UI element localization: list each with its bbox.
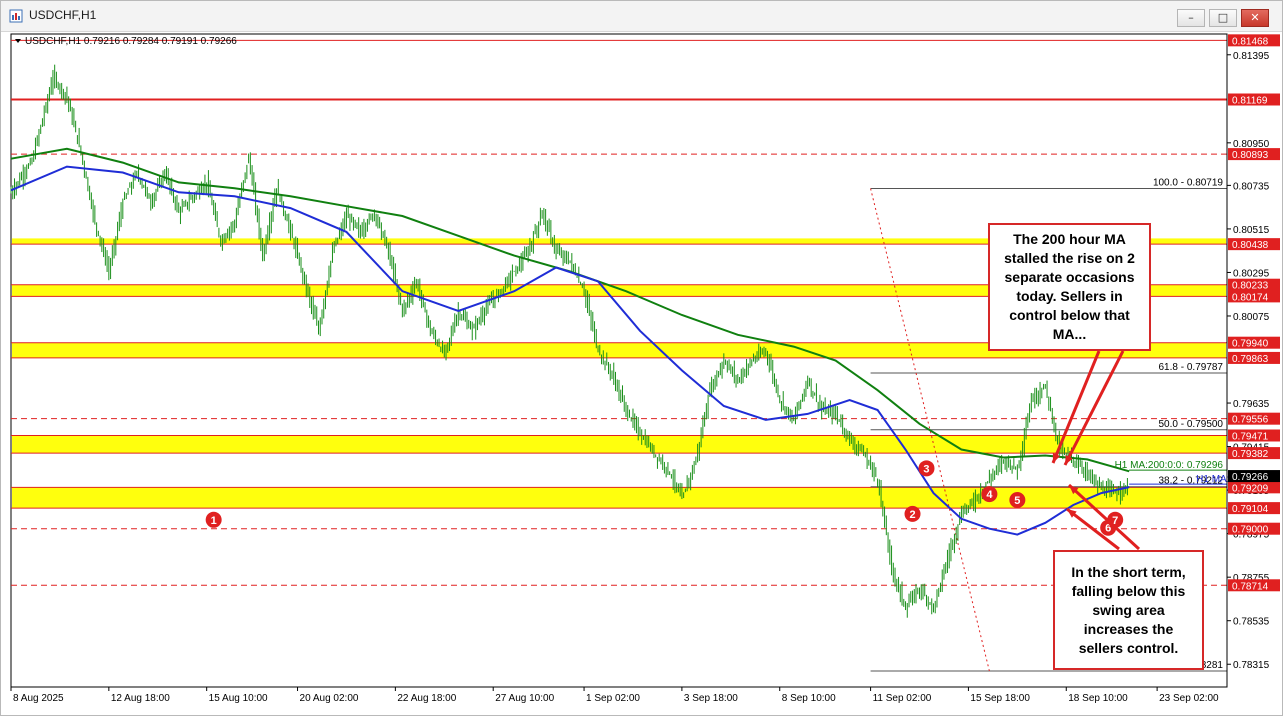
time-tick-label: 11 Sep 02:00 (873, 693, 932, 704)
level-badge-label: 0.81468 (1232, 36, 1269, 47)
time-tick-label: 15 Aug 10:00 (209, 693, 268, 704)
time-tick-label: 3 Sep 18:00 (684, 693, 738, 704)
time-tick-label: 8 Sep 10:00 (782, 693, 836, 704)
chart-info-line: USDCHF,H1 0.79216 0.79284 0.79191 0.7926… (25, 36, 237, 47)
price-tick-label: 0.81395 (1233, 51, 1270, 62)
level-badge-label: 0.79471 (1232, 431, 1269, 442)
price-tick-label: 0.80515 (1233, 225, 1270, 236)
level-badge-label: 0.79104 (1232, 504, 1269, 515)
time-tick-label: 8 Aug 2025 (13, 693, 64, 704)
price-tick-label: 0.80735 (1233, 181, 1270, 192)
price-tick-label: 0.80295 (1233, 268, 1270, 279)
level-badge-label: 0.80233 (1232, 281, 1269, 292)
level-badge-label: 0.80174 (1232, 292, 1269, 303)
annotation-ma-note: The 200 hour MA stalled the rise on 2 se… (988, 223, 1151, 351)
time-tick-label: 12 Aug 18:00 (111, 693, 170, 704)
annotation-swing-text: In the short term, falling below this sw… (1071, 563, 1186, 656)
time-tick-label: 18 Sep 10:00 (1068, 693, 1128, 704)
level-badge-label: 0.78714 (1232, 581, 1269, 592)
level-badge-label: 0.79382 (1232, 449, 1269, 460)
price-tick-label: 0.78315 (1233, 660, 1270, 671)
price-tick-label: 0.80075 (1233, 312, 1270, 323)
time-tick-label: 20 Aug 02:00 (300, 693, 359, 704)
time-tick-label: 22 Aug 18:00 (397, 693, 456, 704)
time-tick-label: 15 Sep 18:00 (970, 693, 1030, 704)
sr-zone (12, 435, 1226, 454)
level-badge-label: 0.80438 (1232, 240, 1269, 251)
level-badge-label: 0.81169 (1232, 95, 1268, 106)
swing-marker-label: 5 (1014, 495, 1020, 507)
current-price-label: 0.79266 (1232, 472, 1269, 483)
time-tick-label: 1 Sep 02:00 (586, 693, 640, 704)
annotation-ma-text: The 200 hour MA stalled the rise on 2 se… (1004, 231, 1135, 342)
fib-label: 50.0 - 0.79500 (1159, 419, 1224, 430)
swing-marker-label: 1 (211, 515, 217, 527)
time-tick-label: 23 Sep 02:00 (1159, 693, 1219, 704)
sr-zone (12, 487, 1226, 509)
swing-marker-label: 3 (923, 463, 929, 475)
ma200-label: H1 MA:200:0:0: 0.79296 (1115, 460, 1224, 471)
level-badge-label: 0.80893 (1232, 150, 1269, 161)
fib-label: 61.8 - 0.79787 (1159, 362, 1224, 373)
swing-marker-label: 2 (909, 509, 915, 521)
chart-window: USDCHF,H1 – □ ✕ 100.0 - 0.80719 61.8 - 0.… (0, 0, 1283, 716)
time-tick-label: 27 Aug 10:00 (495, 693, 554, 704)
annotation-swing-note: In the short term, falling below this sw… (1053, 550, 1204, 670)
swing-marker-label: 4 (986, 489, 993, 501)
level-badge-label: 0.79940 (1232, 339, 1269, 350)
plot-area[interactable] (10, 33, 1228, 688)
level-badge-label: 0.79863 (1232, 354, 1269, 365)
price-tick-label: 0.78535 (1233, 617, 1270, 628)
price-tick-label: 0.79635 (1233, 399, 1270, 410)
level-badge-label: 0.79209 (1232, 483, 1269, 494)
level-badge-label: 0.79000 (1232, 525, 1269, 536)
level-badge-label: 0.79556 (1232, 415, 1269, 426)
fib-label: 100.0 - 0.80719 (1153, 178, 1223, 189)
